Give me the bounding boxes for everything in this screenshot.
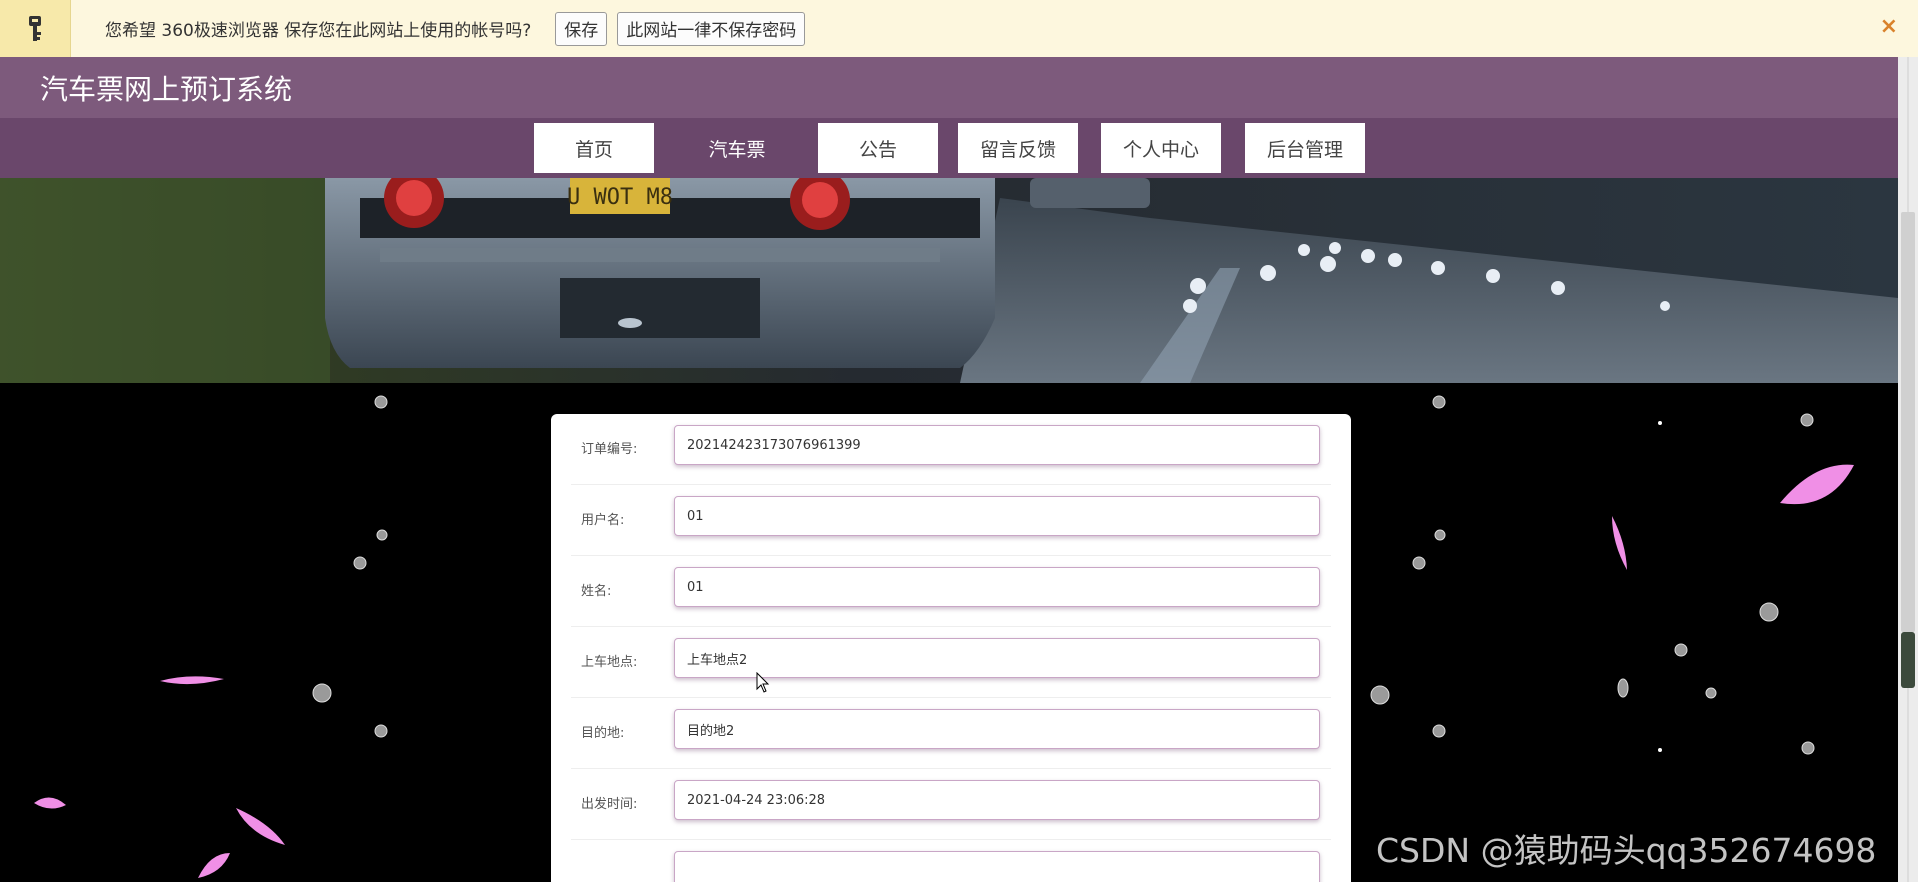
main-nav: 首页 汽车票 公告 留言反馈 个人中心 后台管理 <box>0 118 1898 178</box>
boarding-point-input[interactable] <box>674 638 1320 678</box>
nav-item-home[interactable]: 首页 <box>534 123 654 173</box>
never-save-password-button[interactable]: 此网站一律不保存密码 <box>617 11 806 46</box>
username-label: 用户名: <box>581 513 625 528</box>
form-row-boarding-point: 上车地点: <box>571 627 1331 698</box>
order-number-label: 订单编号: <box>581 442 638 457</box>
boarding-point-label: 上车地点: <box>581 655 638 670</box>
departure-time-input[interactable] <box>674 780 1320 820</box>
nav-item-personal-center[interactable]: 个人中心 <box>1101 123 1221 173</box>
form-row-name: 姓名: <box>571 556 1331 627</box>
mouse-cursor-icon <box>756 672 770 693</box>
scroll-grip[interactable] <box>1901 632 1915 688</box>
departure-time-label: 出发时间: <box>581 797 638 812</box>
form-row-order-number: 订单编号: <box>571 414 1331 485</box>
save-password-button[interactable]: 保存 <box>555 11 608 46</box>
nav-item-admin[interactable]: 后台管理 <box>1245 123 1365 173</box>
watermark: CSDN @猿助码头qq352674698 <box>1376 831 1877 870</box>
page: 您希望 360极速浏览器 保存您在此网站上使用的帐号吗? 保存 此网站一律不保存… <box>0 0 1918 882</box>
page-scrollbar[interactable] <box>1898 57 1918 882</box>
form-row-next <box>571 840 1331 882</box>
nav-item-announcements[interactable]: 公告 <box>818 123 938 173</box>
name-label: 姓名: <box>581 584 612 599</box>
destination-label: 目的地: <box>581 726 625 741</box>
site-header: 汽车票网上预订系统 <box>0 57 1898 118</box>
form-row-username: 用户名: <box>571 485 1331 556</box>
order-number-input[interactable] <box>674 425 1320 465</box>
license-plate: U WOT M8 <box>567 185 673 210</box>
scroll-thumb[interactable] <box>1901 212 1915 632</box>
key-icon <box>0 0 71 57</box>
site-title: 汽车票网上预订系统 <box>40 73 293 106</box>
destination-input[interactable] <box>674 709 1320 749</box>
form-row-destination: 目的地: <box>571 698 1331 769</box>
banner-image: U WOT M8 <box>0 178 1898 383</box>
nav-item-feedback[interactable]: 留言反馈 <box>958 123 1078 173</box>
password-prompt-text: 您希望 360极速浏览器 保存您在此网站上使用的帐号吗? <box>105 21 532 41</box>
password-save-bar: 您希望 360极速浏览器 保存您在此网站上使用的帐号吗? 保存 此网站一律不保存… <box>0 0 1918 58</box>
next-field-input[interactable] <box>674 851 1320 882</box>
close-icon[interactable]: × <box>1880 14 1898 39</box>
order-form: 订单编号: 用户名: 姓名: 上车地点: 目的地: 出发时间: <box>551 414 1351 882</box>
name-input[interactable] <box>674 567 1320 607</box>
nav-item-bus-tickets[interactable]: 汽车票 <box>677 123 797 173</box>
username-input[interactable] <box>674 496 1320 536</box>
form-row-departure-time: 出发时间: <box>571 769 1331 840</box>
